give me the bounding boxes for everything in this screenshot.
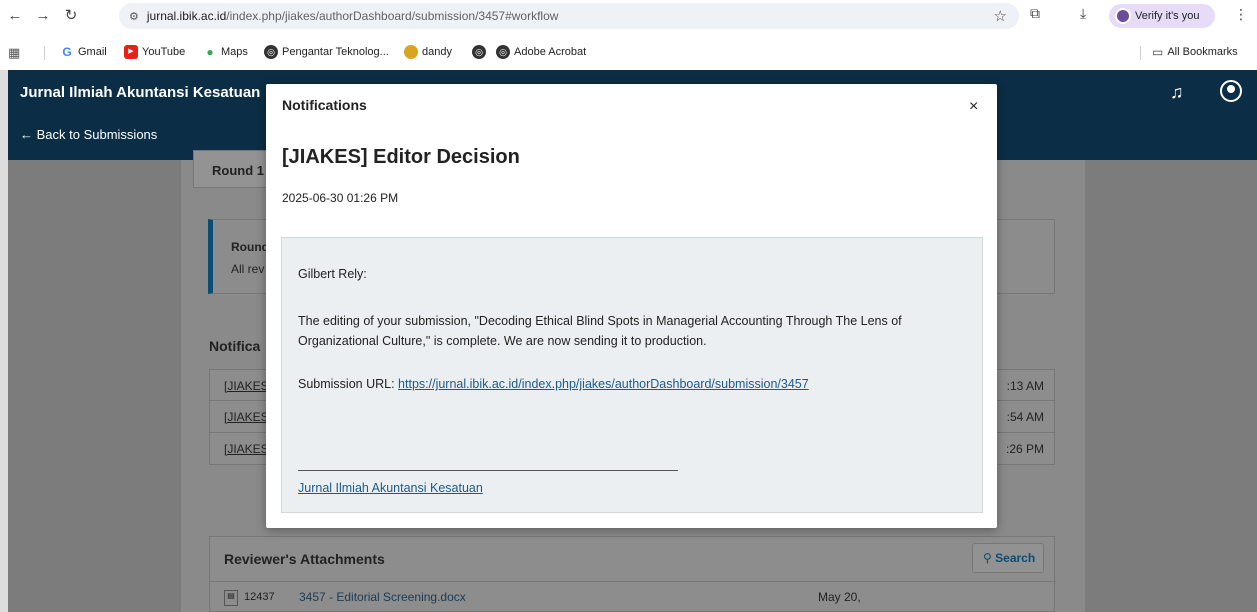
bookmarks-divider bbox=[44, 46, 45, 60]
all-bookmarks[interactable]: ▭ All Bookmarks bbox=[1152, 45, 1238, 59]
notification-time: :26 PM bbox=[1005, 442, 1044, 456]
notification-link[interactable]: [JIAKES bbox=[224, 379, 269, 393]
file-date: May 20, bbox=[818, 590, 861, 604]
round-status-title: Round bbox=[231, 240, 269, 254]
navigation-row: ← → ↻ ⚙ jurnal.ibik.ac.id /index.php/jia… bbox=[0, 0, 1257, 34]
attachments-title: Reviewer's Attachments bbox=[224, 551, 385, 567]
user-account-icon[interactable] bbox=[1220, 80, 1242, 102]
extensions-icon[interactable]: ⧉ bbox=[1030, 5, 1040, 22]
file-icon: ▤ bbox=[224, 590, 238, 606]
bookmark-gmail[interactable]: G Gmail bbox=[60, 45, 107, 59]
url-domain: jurnal.ibik.ac.id bbox=[146, 9, 227, 23]
profile-avatar-icon bbox=[1115, 8, 1131, 24]
url-path: /index.php/jiakes/authorDashboard/submis… bbox=[226, 9, 559, 23]
submission-url-label: Submission URL: bbox=[298, 377, 399, 391]
back-arrow-icon[interactable]: ← bbox=[4, 4, 26, 26]
address-bar[interactable]: ⚙ jurnal.ibik.ac.id /index.php/jiakes/au… bbox=[119, 3, 1019, 29]
maps-pin-icon: ● bbox=[203, 45, 217, 59]
search-label: Search bbox=[995, 551, 1036, 565]
message-paragraph: The editing of your submission, "Decodin… bbox=[298, 314, 902, 348]
youtube-icon: ▶ bbox=[124, 45, 138, 59]
browser-menu-icon[interactable]: ⋮ bbox=[1234, 6, 1248, 23]
submission-url-link[interactable]: https://jurnal.ibik.ac.id/index.php/jiak… bbox=[398, 377, 809, 391]
bell-icon[interactable]: ♫ bbox=[1170, 82, 1184, 103]
globe-icon: ◎ bbox=[496, 45, 510, 59]
bookmarks-divider bbox=[1140, 46, 1141, 60]
reload-icon[interactable]: ↻ bbox=[60, 4, 82, 26]
signature-divider bbox=[298, 470, 678, 471]
download-icon[interactable]: ⤓ bbox=[1080, 5, 1086, 22]
submission-url-line: Submission URL: https://jurnal.ibik.ac.i… bbox=[298, 374, 809, 394]
search-button[interactable]: ⚲ Search bbox=[972, 543, 1044, 573]
message-date: 2025-06-30 01:26 PM bbox=[282, 191, 399, 205]
list-item: ▤ 12437 3457 - Editorial Screening.docx … bbox=[210, 581, 1056, 612]
bookmarks-bar: ▦ G Gmail ▶ YouTube ● Maps ◎ Pengantar T… bbox=[0, 40, 1257, 66]
notification-link[interactable]: [JIAKES bbox=[224, 410, 269, 424]
modal-title: Notifications bbox=[282, 97, 367, 113]
bookmark-youtube[interactable]: ▶ YouTube bbox=[124, 45, 185, 59]
bookmark-star-icon[interactable]: ☆ bbox=[994, 7, 1007, 25]
notifications-heading: Notifica bbox=[209, 338, 261, 354]
notification-time: :13 AM bbox=[1006, 379, 1044, 393]
google-icon: G bbox=[60, 45, 74, 59]
bookmark-dandy[interactable]: dandy bbox=[404, 45, 452, 59]
message-greeting: Gilbert Rely: bbox=[298, 267, 367, 281]
file-name-link[interactable]: 3457 - Editorial Screening.docx bbox=[299, 590, 466, 604]
journal-title[interactable]: Jurnal Ilmiah Akuntansi Kesatuan bbox=[20, 84, 260, 101]
bookmark-pengantar[interactable]: ◎ Pengantar Teknolog... bbox=[264, 45, 389, 59]
browser-toolbar: ← → ↻ ⚙ jurnal.ibik.ac.id /index.php/jia… bbox=[0, 0, 1257, 70]
bookmark-adobe[interactable]: ◎ Adobe Acrobat bbox=[496, 45, 586, 59]
bookmark-globe[interactable]: ◎ bbox=[472, 45, 486, 59]
signature-link[interactable]: Jurnal Ilmiah Akuntansi Kesatuan bbox=[298, 478, 483, 498]
notification-link[interactable]: [JIAKES bbox=[224, 442, 269, 456]
folder-icon: ▭ bbox=[1152, 45, 1164, 59]
profile-verify-button[interactable]: Verify it's you bbox=[1109, 4, 1215, 28]
verify-label: Verify it's you bbox=[1135, 10, 1200, 22]
search-icon: ⚲ bbox=[983, 551, 992, 565]
message-subject: [JIAKES] Editor Decision bbox=[282, 146, 520, 168]
message-body: Gilbert Rely: The editing of your submis… bbox=[281, 237, 983, 513]
back-to-submissions-link[interactable]: ← Back to Submissions bbox=[20, 127, 157, 142]
notification-modal: Notifications × [JIAKES] Editor Decision… bbox=[266, 84, 997, 528]
globe-icon: ◎ bbox=[472, 45, 486, 59]
globe-icon: ◎ bbox=[264, 45, 278, 59]
notification-time: :54 AM bbox=[1006, 410, 1044, 424]
reviewer-attachments-panel: Reviewer's Attachments ⚲ Search ▤ 12437 … bbox=[209, 536, 1056, 612]
close-icon[interactable]: × bbox=[969, 98, 978, 116]
forward-arrow-icon[interactable]: → bbox=[32, 4, 54, 26]
tab-round-1[interactable]: Round 1 bbox=[193, 150, 273, 188]
site-settings-icon[interactable]: ⚙ bbox=[129, 10, 139, 23]
bookmark-maps[interactable]: ● Maps bbox=[203, 45, 248, 59]
file-id: 12437 bbox=[244, 591, 275, 603]
apps-grid-icon[interactable]: ▦ bbox=[8, 45, 20, 61]
dandy-icon bbox=[404, 45, 418, 59]
round-status-text: All rev bbox=[231, 262, 265, 276]
